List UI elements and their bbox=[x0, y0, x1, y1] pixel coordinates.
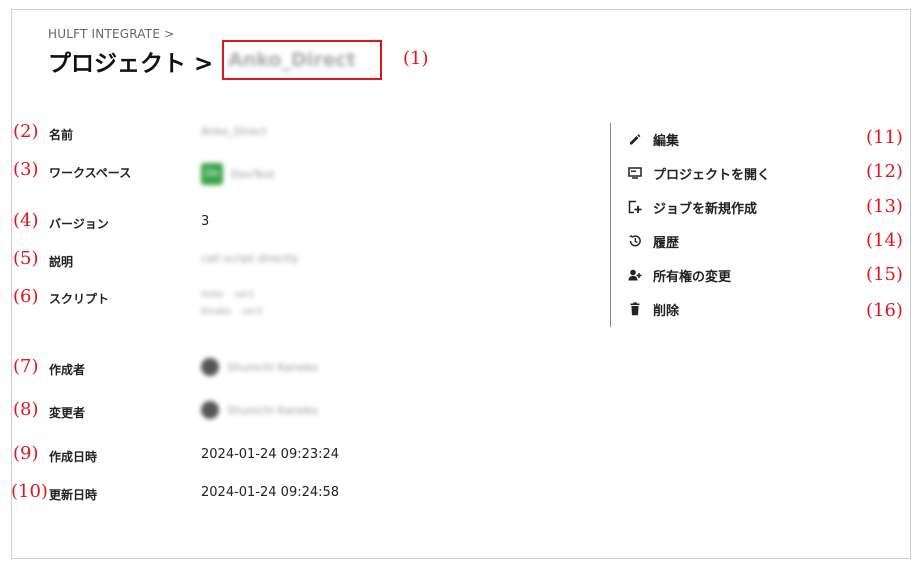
change-owner-label: 所有権の変更 bbox=[653, 269, 732, 285]
annotation-marker: (11) bbox=[866, 127, 903, 148]
created-by-name: Shunichi Kaneko bbox=[227, 360, 318, 374]
pencil-icon bbox=[630, 134, 641, 145]
change-owner-icon bbox=[628, 269, 642, 281]
annotation-marker: (12) bbox=[866, 161, 903, 182]
annotation-marker: (1) bbox=[403, 48, 429, 69]
annotation-marker: (5) bbox=[13, 248, 39, 269]
delete-button[interactable]: 削除 bbox=[628, 299, 679, 319]
updated-by-name: Shunichi Kaneko bbox=[227, 403, 318, 417]
label-created-by: 作成者 bbox=[49, 363, 86, 377]
annotation-marker: (10) bbox=[11, 481, 48, 502]
annotation-marker: (3) bbox=[13, 159, 39, 180]
annotation-marker: (4) bbox=[13, 210, 39, 231]
workspace-name: DevTest bbox=[231, 167, 275, 181]
script-item[interactable]: Kinako ver3 bbox=[201, 307, 262, 317]
script-item[interactable]: Anko ver1 bbox=[201, 290, 254, 300]
avatar bbox=[201, 358, 219, 376]
label-description: 説明 bbox=[49, 255, 74, 269]
label-created-at: 作成日時 bbox=[49, 450, 98, 464]
label-updated-by: 変更者 bbox=[49, 406, 86, 420]
annotation-marker: (16) bbox=[866, 300, 903, 321]
open-project-icon bbox=[628, 167, 642, 179]
page-frame bbox=[11, 9, 911, 559]
value-updated-by: Shunichi Kaneko bbox=[201, 401, 318, 419]
workspace-badge: De bbox=[201, 163, 223, 185]
new-job-label: ジョブを新規作成 bbox=[653, 201, 758, 217]
annotation-marker: (9) bbox=[13, 443, 39, 464]
value-workspace[interactable]: De DevTest bbox=[201, 163, 275, 185]
edit-label: 編集 bbox=[653, 133, 680, 149]
script-version: ver3 bbox=[241, 307, 263, 317]
history-icon bbox=[629, 234, 641, 247]
value-version: 3 bbox=[201, 214, 210, 229]
edit-button[interactable]: 編集 bbox=[628, 129, 679, 149]
annotation-marker: (2) bbox=[13, 121, 39, 142]
annotation-marker: (14) bbox=[866, 230, 903, 251]
history-button[interactable]: 履歴 bbox=[628, 231, 679, 251]
annotation-marker: (15) bbox=[866, 264, 903, 285]
breadcrumb[interactable]: HULFT INTEGRATE > bbox=[48, 27, 174, 41]
delete-label: 削除 bbox=[653, 303, 680, 319]
label-scripts: スクリプト bbox=[49, 292, 110, 306]
open-project-button[interactable]: プロジェクトを開く bbox=[628, 163, 770, 183]
annotation-marker: (6) bbox=[13, 286, 39, 307]
script-name: Anko bbox=[201, 290, 224, 300]
annotation-marker: (7) bbox=[13, 356, 39, 377]
value-name: Anko_Direct bbox=[201, 125, 267, 138]
page-title: プロジェクト > bbox=[48, 51, 214, 77]
open-project-label: プロジェクトを開く bbox=[653, 167, 771, 183]
new-job-button[interactable]: ジョブを新規作成 bbox=[628, 197, 757, 217]
value-description: call script directly bbox=[201, 252, 299, 265]
label-updated-at: 更新日時 bbox=[49, 488, 98, 502]
value-created-at: 2024-01-24 09:23:24 bbox=[201, 447, 340, 462]
change-owner-button[interactable]: 所有権の変更 bbox=[628, 265, 731, 285]
project-name-title: Anko_Direct bbox=[228, 49, 356, 71]
new-job-icon bbox=[628, 200, 642, 214]
annotation-marker: (8) bbox=[13, 399, 39, 420]
script-version: ver1 bbox=[234, 290, 255, 300]
history-label: 履歴 bbox=[653, 235, 680, 251]
trash-icon bbox=[630, 302, 640, 316]
avatar bbox=[201, 401, 219, 419]
label-workspace: ワークスペース bbox=[49, 166, 132, 180]
label-name: 名前 bbox=[49, 128, 74, 142]
value-updated-at: 2024-01-24 09:24:58 bbox=[201, 485, 340, 500]
label-version: バージョン bbox=[49, 217, 109, 231]
annotation-marker: (13) bbox=[866, 196, 903, 217]
value-created-by: Shunichi Kaneko bbox=[201, 358, 318, 376]
script-name: Kinako bbox=[201, 307, 232, 317]
actions-divider bbox=[610, 123, 611, 327]
